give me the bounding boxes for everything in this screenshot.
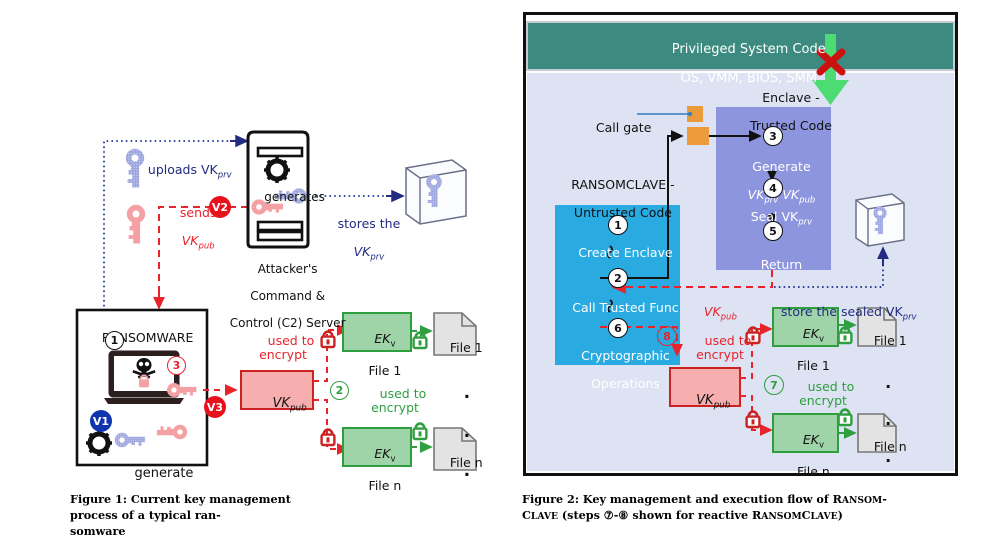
enclave-trusted-code-label: Enclave - Trusted Code (750, 90, 832, 133)
figure-2-caption: Figure 2: Key management and execution f… (522, 492, 887, 522)
used-to-encrypt-top-fig1: used to encrypt (259, 333, 315, 362)
step-marker-8-fig2: 8 (657, 326, 677, 346)
step-marker-1-fig2: 1 (608, 215, 628, 235)
generate-label-fig1: generate (134, 465, 194, 481)
vuln-marker-v1: V1 (90, 410, 112, 432)
ekv-file1-label-fig1: EKv File 1 (368, 331, 402, 379)
call-gate-label: Call gate (595, 120, 652, 135)
cryptographic-operations-label: Cryptographic Operations (581, 348, 670, 391)
key-pink-sends (126, 204, 146, 244)
used-to-encrypt-top-fig2: used to encrypt (696, 333, 752, 362)
generates-label: generates (264, 190, 325, 205)
vertical-dots-fig1: . . . (463, 382, 471, 481)
lock-green-file1-fig1 (412, 331, 428, 350)
return-label: Return (760, 257, 803, 272)
vault-icon-fig2 (855, 193, 905, 247)
stores-vkprv-label: stores the VKprv (337, 216, 401, 263)
call-gate-square-bottom (687, 127, 709, 145)
gear-icon-ransomware (86, 430, 112, 456)
step-marker-4-fig2: 4 (763, 178, 783, 198)
vuln-marker-v3: V3 (204, 396, 226, 418)
step-marker-3-fig1: 3 (167, 356, 186, 375)
uploads-vkprv-label: uploads VKuploads VKprv (147, 162, 232, 181)
figure-1-caption: Figure 1: Current key management process… (70, 492, 291, 538)
vuln-marker-v2: V2 (209, 196, 231, 218)
ekv-filen-label-fig2: EKv File n (797, 432, 830, 480)
ekv-filen-label-fig1: EKv File n (368, 446, 402, 494)
ransomware-title: RANSOMWARE (101, 330, 194, 345)
figure-1: uploads VKuploads VKprv sends VKpub gene… (0, 0, 500, 550)
vertical-dots-fig2: . . . (885, 373, 892, 466)
vault-icon (405, 159, 467, 225)
figure-2: Privileged System Code OS, VMM, BIOS, SM… (500, 0, 1000, 550)
vkpub-box-label-fig1: VKpub (272, 395, 307, 414)
step-marker-2-fig2: 2 (608, 268, 628, 288)
vkpub-box-label-fig2: VKpub (696, 392, 731, 411)
step-marker-2-fig1: 2 (330, 381, 349, 400)
step-marker-7-fig2: 7 (764, 375, 784, 395)
step-marker-5-fig2: 5 (763, 221, 783, 241)
step-marker-6-fig2: 6 (608, 318, 628, 338)
step-marker-1-fig1: 1 (105, 331, 124, 350)
ekv-file1-label-fig2: EKv File 1 (797, 326, 830, 374)
step-marker-3-fig2: 3 (763, 126, 783, 146)
file1-label-fig1: File 1 (449, 340, 483, 355)
